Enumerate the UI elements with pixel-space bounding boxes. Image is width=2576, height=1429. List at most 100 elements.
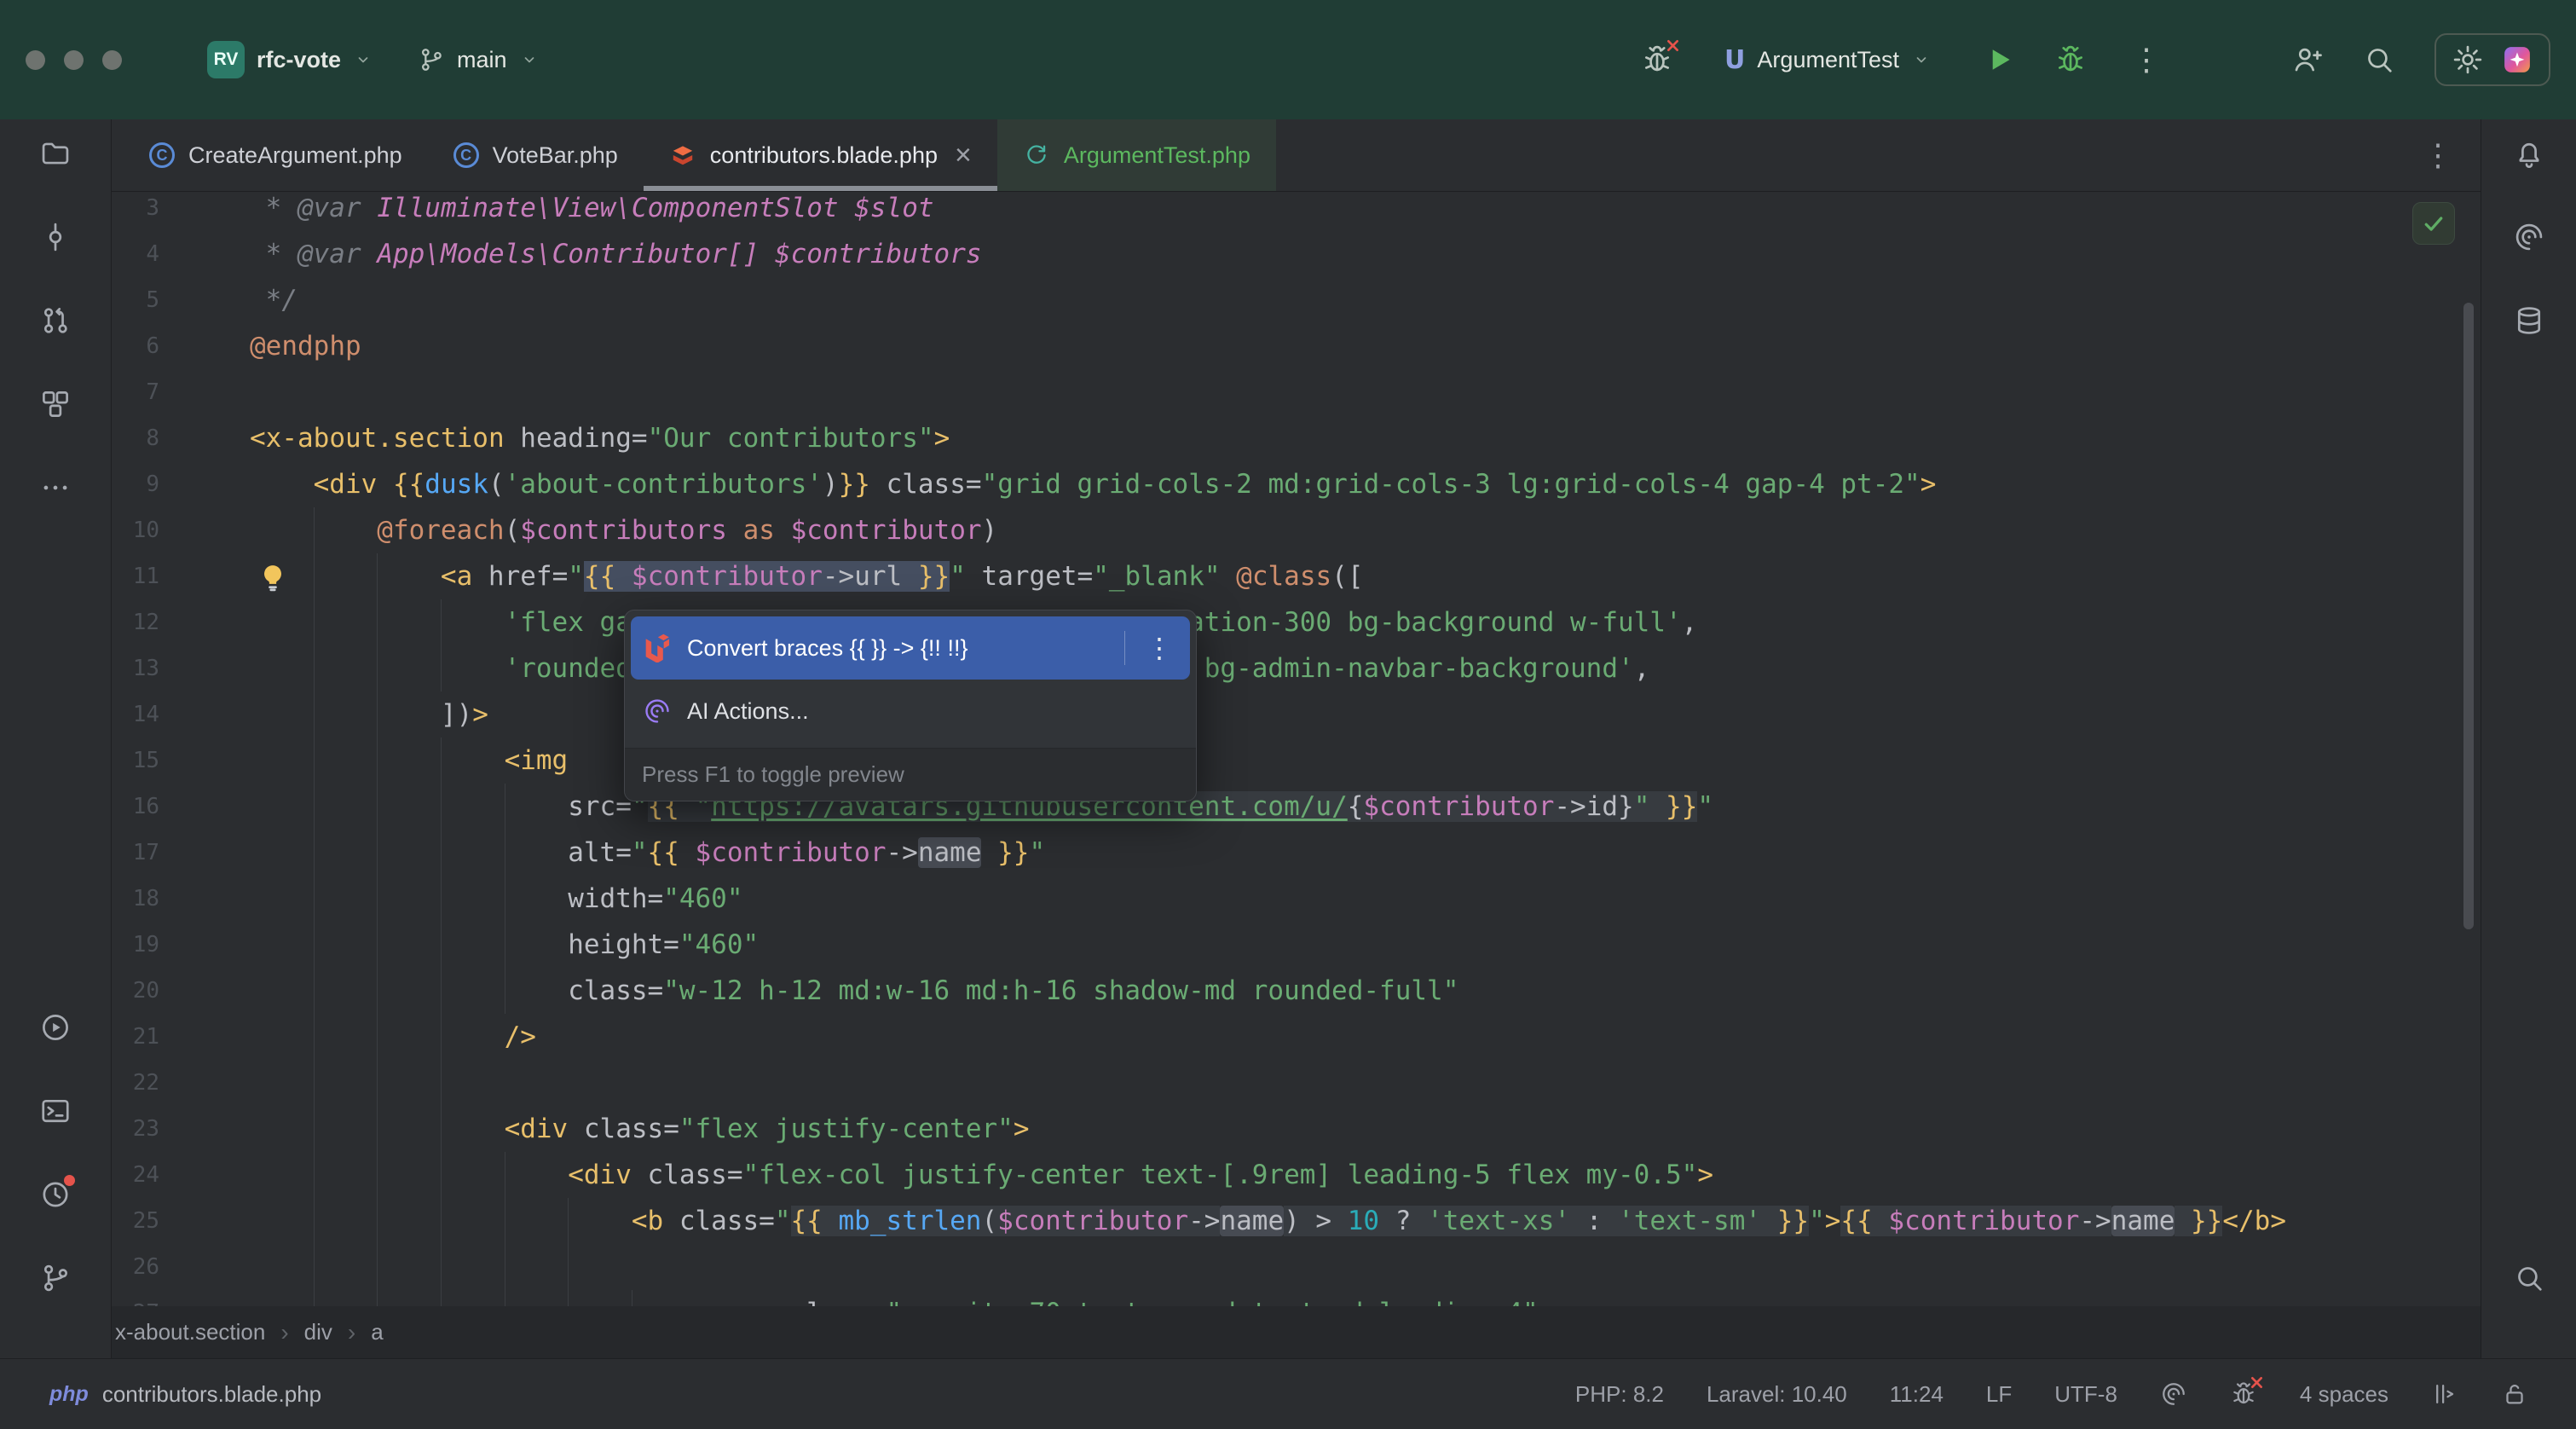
code-line-22[interactable]: 22 xyxy=(112,1060,2481,1106)
code-line-5[interactable]: 5*/ xyxy=(112,277,2481,323)
database-tool-button[interactable] xyxy=(2505,297,2553,344)
code-line-27[interactable]: 27<span class="opacity-70 text-xs md:tex… xyxy=(112,1290,2481,1306)
settings-gear-icon[interactable] xyxy=(2452,43,2484,76)
code-line-15[interactable]: 15<img xyxy=(112,738,2481,784)
search-everywhere-icon[interactable] xyxy=(2363,43,2395,76)
problems-tool-button[interactable] xyxy=(32,1171,79,1218)
terminal-tool-button[interactable] xyxy=(32,1087,79,1135)
line-number[interactable]: 18 xyxy=(112,876,250,922)
code-line-12[interactable]: 12'flex gap-4 p-4 items-center transitio… xyxy=(112,599,2481,645)
tab-contributors.blade.php[interactable]: contributors.blade.php xyxy=(644,119,997,191)
code-line-14[interactable]: 14])> xyxy=(112,691,2481,738)
code-line-24[interactable]: 24<div class="flex-col justify-center te… xyxy=(112,1152,2481,1198)
line-number[interactable]: 24 xyxy=(112,1152,250,1198)
line-number[interactable]: 23 xyxy=(112,1106,250,1152)
line-number[interactable]: 8 xyxy=(112,415,250,461)
code-line-25[interactable]: 25<b class="{{ mb_strlen($contributor->n… xyxy=(112,1198,2481,1244)
indent-widget[interactable]: 4 spaces xyxy=(2300,1381,2388,1408)
code-line-4[interactable]: 4* @var App\Models\Contributor[] $contri… xyxy=(112,231,2481,277)
code-editor[interactable]: 3* @var Illuminate\View\ComponentSlot $s… xyxy=(112,192,2481,1306)
line-number[interactable]: 13 xyxy=(112,645,250,691)
project-selector[interactable]: RV rfc-vote xyxy=(195,32,385,87)
tab-CreateArgument.php[interactable]: CreateArgument.php xyxy=(124,119,428,191)
line-number[interactable]: 3 xyxy=(112,192,250,231)
code-line-23[interactable]: 23<div class="flex justify-center"> xyxy=(112,1106,2481,1152)
breadcrumb-item[interactable]: div xyxy=(304,1319,332,1345)
more-run-actions-button[interactable] xyxy=(2126,44,2167,75)
clock-widget[interactable]: 11:24 xyxy=(1890,1381,1944,1408)
code-line-7[interactable]: 7 xyxy=(112,369,2481,415)
code-line-20[interactable]: 20class="w-12 h-12 md:w-16 md:h-16 shado… xyxy=(112,968,2481,1014)
code-line-8[interactable]: 8<x-about.section heading="Our contribut… xyxy=(112,415,2481,461)
window-zoom-button[interactable] xyxy=(102,50,122,70)
line-number[interactable]: 12 xyxy=(112,599,250,645)
line-number[interactable]: 16 xyxy=(112,784,250,830)
tab-VoteBar.php[interactable]: VoteBar.php xyxy=(428,119,644,191)
code-line-18[interactable]: 18width="460" xyxy=(112,876,2481,922)
intention-item[interactable]: AI Actions... xyxy=(631,680,1190,743)
current-file-widget[interactable]: php contributors.blade.php xyxy=(49,1381,321,1408)
intention-bulb-icon[interactable] xyxy=(257,561,289,593)
window-minimize-button[interactable] xyxy=(64,50,84,70)
line-number[interactable]: 17 xyxy=(112,830,250,876)
tab-close-icon[interactable] xyxy=(955,141,972,170)
line-number[interactable]: 11 xyxy=(112,553,250,599)
tab-options-button[interactable] xyxy=(2417,140,2458,171)
run-tool-button[interactable] xyxy=(32,1004,79,1051)
debug-button[interactable] xyxy=(2054,43,2087,76)
laravel-version-widget[interactable]: Laravel: 10.40 xyxy=(1707,1381,1847,1408)
code-style-widget[interactable] xyxy=(2431,1380,2458,1408)
code-line-16[interactable]: 16src="{{ "https://avatars.githubusercon… xyxy=(112,784,2481,830)
line-separator-widget[interactable]: LF xyxy=(1986,1381,2012,1408)
commit-tool-button[interactable] xyxy=(32,213,79,261)
line-number[interactable]: 9 xyxy=(112,461,250,507)
code-line-11[interactable]: 11<a href="{{ $contributor->url }}" targ… xyxy=(112,553,2481,599)
run-config-selector[interactable]: U ArgumentTest xyxy=(1713,37,1944,84)
line-number[interactable]: 14 xyxy=(112,691,250,738)
breadcrumb-item[interactable]: x-about.section xyxy=(115,1319,265,1345)
line-number[interactable]: 7 xyxy=(112,369,250,415)
notifications-button[interactable] xyxy=(2505,130,2553,177)
line-number[interactable]: 15 xyxy=(112,738,250,784)
encoding-widget[interactable]: UTF-8 xyxy=(2054,1381,2117,1408)
version-control-tool-button[interactable] xyxy=(32,1254,79,1302)
code-line-9[interactable]: 9<div {{dusk('about-contributors')}} cla… xyxy=(112,461,2481,507)
inspections-ok-widget[interactable] xyxy=(2412,202,2455,245)
line-number[interactable]: 26 xyxy=(112,1244,250,1290)
breadcrumb-item[interactable]: a xyxy=(371,1319,383,1345)
line-number[interactable]: 22 xyxy=(112,1060,250,1106)
code-line-26[interactable]: 26 xyxy=(112,1244,2481,1290)
line-number[interactable]: 4 xyxy=(112,231,250,277)
find-tool-button[interactable] xyxy=(2505,1254,2553,1302)
line-number[interactable]: 5 xyxy=(112,277,250,323)
line-number[interactable]: 20 xyxy=(112,968,250,1014)
window-close-button[interactable] xyxy=(26,50,45,70)
more-tool-windows-button[interactable] xyxy=(32,464,79,512)
debugger-listener-off-button[interactable] xyxy=(1641,43,1673,76)
ai-assistant-tool-button[interactable] xyxy=(2505,213,2553,261)
editor-scrollbar[interactable] xyxy=(2463,303,2474,929)
pull-requests-tool-button[interactable] xyxy=(32,297,79,344)
code-line-17[interactable]: 17alt="{{ $contributor->name }}" xyxy=(112,830,2481,876)
read-only-toggle[interactable] xyxy=(2501,1380,2528,1408)
php-version-widget[interactable]: PHP: 8.2 xyxy=(1575,1381,1664,1408)
code-line-3[interactable]: 3* @var Illuminate\View\ComponentSlot $s… xyxy=(112,192,2481,231)
intention-item[interactable]: Convert braces {{ }} -> {!! !!} xyxy=(631,616,1190,680)
code-line-13[interactable]: 13'rounded-lg overflow-hidden hover:scal… xyxy=(112,645,2481,691)
structure-tool-button[interactable] xyxy=(32,380,79,428)
line-number[interactable]: 25 xyxy=(112,1198,250,1244)
ai-assistant-logo-icon[interactable] xyxy=(2501,43,2533,76)
ai-assistant-status[interactable] xyxy=(2160,1380,2187,1408)
code-with-me-icon[interactable] xyxy=(2291,43,2324,76)
branch-selector[interactable]: main xyxy=(406,38,552,82)
intention-submenu-button[interactable] xyxy=(1141,634,1178,662)
line-number[interactable]: 21 xyxy=(112,1014,250,1060)
code-line-19[interactable]: 19height="460" xyxy=(112,922,2481,968)
line-number[interactable]: 6 xyxy=(112,323,250,369)
line-number[interactable]: 19 xyxy=(112,922,250,968)
project-tool-button[interactable] xyxy=(32,130,79,177)
code-line-10[interactable]: 10@foreach($contributors as $contributor… xyxy=(112,507,2481,553)
line-number[interactable]: 27 xyxy=(112,1290,250,1306)
line-number[interactable]: 10 xyxy=(112,507,250,553)
tab-ArgumentTest.php[interactable]: ArgumentTest.php xyxy=(997,119,1276,191)
